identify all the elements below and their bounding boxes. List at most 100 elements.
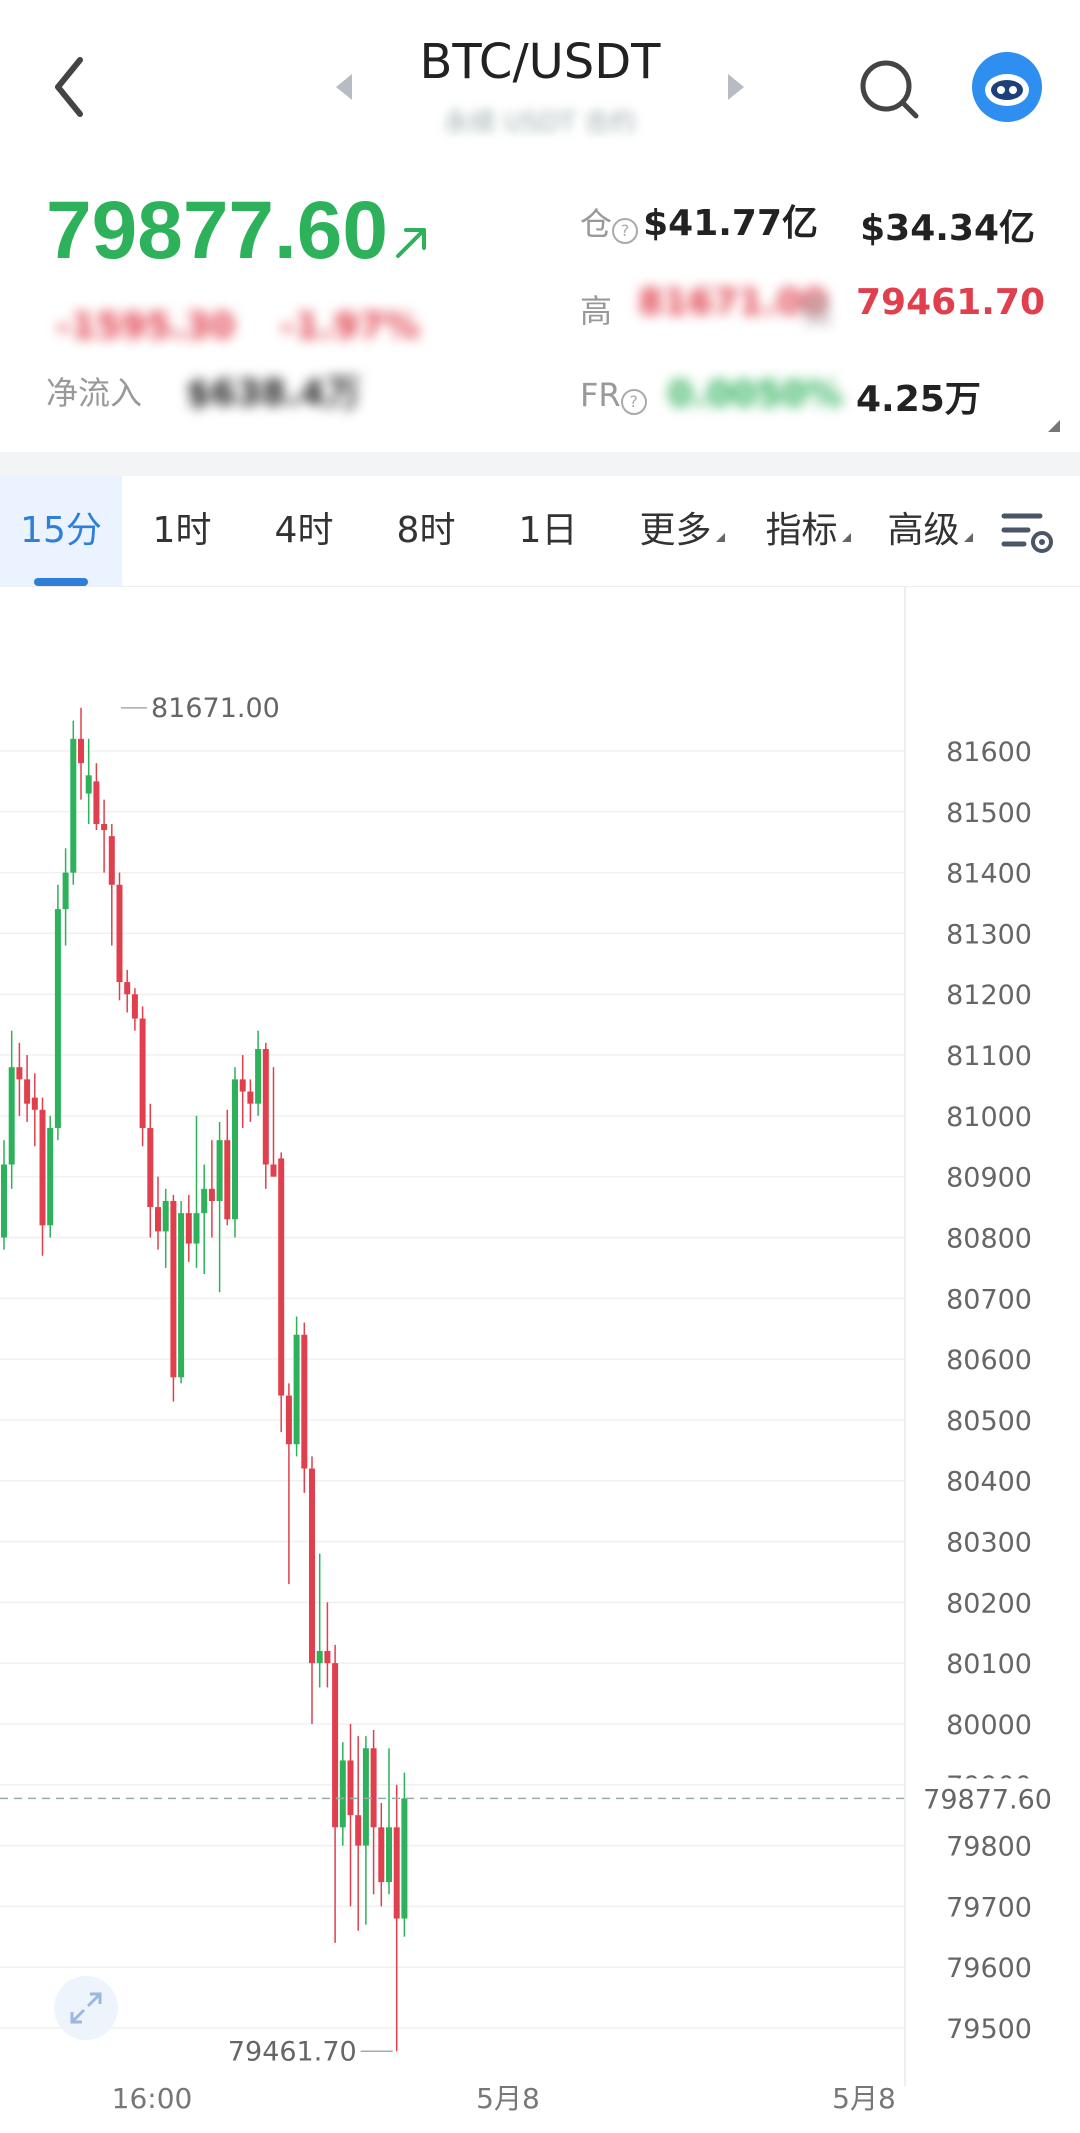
fullscreen-expand-icon[interactable]	[54, 1976, 118, 2040]
oi-value: $41.77亿	[643, 203, 819, 244]
candle-down	[78, 738, 84, 764]
header: BTC/USDT 永续 USDT 合约	[0, 0, 1080, 150]
extra-value: 4.25万	[856, 379, 981, 420]
y-tick-label: 79700	[946, 1892, 1032, 1923]
current-price-label: 79877.60	[923, 1784, 1052, 1815]
last-price: 79877.60	[46, 185, 389, 276]
active-tab-indicator	[34, 578, 88, 586]
candle-down	[393, 1827, 400, 1919]
up-arrow-icon	[396, 228, 426, 258]
candle-down	[170, 1200, 177, 1378]
y-tick-label: 80500	[946, 1406, 1032, 1437]
candle-up	[47, 1128, 54, 1226]
x-tick-label: 16:00	[112, 2082, 193, 2115]
candle-up	[62, 872, 69, 910]
candle-down	[239, 1079, 246, 1092]
candle-down	[93, 781, 100, 824]
candle-down	[147, 1128, 154, 1208]
dropdown-caret-icon	[841, 533, 851, 542]
interval-tabs: 15分 1时 4时 8时 1日 更多 指标 高级	[0, 476, 1080, 587]
tab-label: 4时	[274, 510, 334, 551]
candle-down	[139, 1018, 146, 1129]
candle-up	[293, 1334, 300, 1445]
price-change: -1595.30	[56, 306, 235, 347]
candle-down	[185, 1213, 192, 1244]
candle-down	[24, 1079, 31, 1104]
y-tick-label: 79600	[946, 1953, 1032, 1984]
candle-up	[8, 1067, 15, 1165]
y-tick-label: 81400	[946, 859, 1032, 890]
tab-more[interactable]: 更多	[626, 476, 738, 586]
candle-down	[270, 1164, 277, 1177]
high-label: 高	[580, 292, 613, 330]
tab-indicators[interactable]: 指标	[752, 476, 864, 586]
help-icon[interactable]: ?	[620, 388, 647, 415]
tab-4h[interactable]: 4时	[254, 476, 354, 586]
expand-corner-icon[interactable]	[1048, 420, 1060, 432]
tab-15m[interactable]: 15分	[0, 476, 122, 586]
dropdown-caret-icon	[715, 533, 725, 542]
high-value: 81671.00	[638, 282, 828, 323]
tab-8h[interactable]: 8时	[376, 476, 476, 586]
candle-down	[108, 836, 115, 885]
candle-down	[16, 1067, 23, 1080]
candle-down	[224, 1140, 231, 1220]
tab-advanced[interactable]: 高级	[874, 476, 986, 586]
candle-down	[278, 1158, 285, 1396]
search-icon[interactable]	[858, 58, 920, 120]
candle-up	[1, 1164, 7, 1238]
y-tick-label: 80300	[946, 1528, 1032, 1559]
y-tick-label: 80800	[946, 1223, 1032, 1254]
divider	[0, 452, 1080, 476]
candle-up	[216, 1140, 223, 1201]
candle-up	[162, 1200, 169, 1232]
candle-up	[316, 1650, 323, 1664]
candle-up	[339, 1760, 346, 1828]
net-inflow-value: $638.4万	[186, 373, 361, 414]
candle-down	[31, 1097, 38, 1110]
tab-label: 更多	[639, 510, 712, 551]
candle-down	[116, 884, 123, 983]
y-tick-label: 81100	[946, 1041, 1032, 1072]
candle-down	[324, 1650, 331, 1664]
dropdown-caret-icon	[963, 533, 973, 542]
fr-label: FR	[580, 376, 621, 414]
x-tick-label: 5月8	[832, 2082, 896, 2115]
y-tick-label: 80200	[946, 1588, 1032, 1619]
chart-settings-icon[interactable]	[1000, 508, 1056, 556]
price-change-pct: -1.97%	[280, 306, 420, 347]
tab-1h[interactable]: 1时	[132, 476, 232, 586]
tab-1d[interactable]: 1日	[498, 476, 598, 586]
max-price-label: 81671.00	[151, 693, 280, 724]
robot-avatar-icon[interactable]	[972, 52, 1042, 122]
y-tick-label: 80700	[946, 1284, 1032, 1315]
low-value: 79461.70	[856, 282, 1046, 323]
amount-stat: 额 $34.34亿	[800, 194, 1035, 251]
y-tick-label: 81000	[946, 1102, 1032, 1133]
amount-value: $34.34亿	[860, 208, 1036, 249]
candle-up	[201, 1188, 208, 1214]
y-tick-label: 80600	[946, 1345, 1032, 1376]
candle-down	[309, 1468, 315, 1664]
candle-up	[401, 1798, 408, 1919]
y-tick-label: 79500	[946, 2014, 1032, 2045]
y-tick-label: 80100	[946, 1649, 1032, 1680]
y-tick-label: 81200	[946, 980, 1032, 1011]
help-icon[interactable]: ?	[612, 217, 639, 244]
candle-up	[178, 1213, 185, 1378]
candle-down	[370, 1748, 377, 1828]
candlestick-chart[interactable]: 81600 81500 81400 81300 81200 81100 81000 80900…	[0, 586, 1080, 2133]
candle-down	[262, 1048, 269, 1165]
candle-down	[124, 982, 131, 995]
y-tick-label: 81300	[946, 919, 1032, 950]
y-tick-label: 80900	[946, 1163, 1032, 1194]
oi-label: 仓	[580, 205, 613, 243]
next-pair-icon[interactable]	[728, 74, 744, 100]
fr-stat[interactable]: FR? 0.0050%	[580, 374, 843, 415]
oi-stat[interactable]: 仓? $41.77亿	[580, 194, 818, 246]
tab-label: 1时	[152, 510, 212, 551]
tab-label: 8时	[396, 510, 456, 551]
candle-down	[39, 1109, 46, 1226]
y-tick-label: 80400	[946, 1467, 1032, 1498]
candle-up	[193, 1213, 200, 1244]
